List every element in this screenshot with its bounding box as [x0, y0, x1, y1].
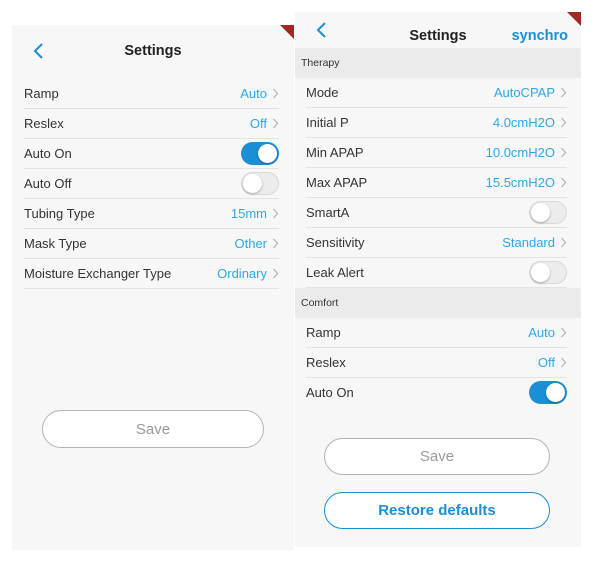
setting-value: Auto: [528, 325, 555, 340]
chevron-right-icon: [560, 87, 567, 98]
save-button[interactable]: Save: [324, 438, 550, 475]
setting-value: Ordinary: [217, 266, 267, 281]
setting-value: 15.5cmH2O: [485, 175, 555, 190]
toggle-knob: [531, 203, 550, 222]
toggle-knob: [531, 263, 550, 282]
settings-list: Ramp Auto Reslex Off Auto On Auto Off Tubing T…: [24, 79, 279, 289]
save-button[interactable]: Save: [42, 410, 264, 448]
left-settings-screen: Settings Ramp Auto Reslex Off Auto On Auto Of…: [12, 25, 294, 550]
setting-row-auto-on[interactable]: Auto On: [24, 139, 279, 169]
setting-row-auto-off[interactable]: Auto Off: [24, 169, 279, 199]
setting-row-moisture-exchanger-type[interactable]: Moisture Exchanger Type Ordinary: [24, 259, 279, 289]
setting-value: Auto: [240, 86, 267, 101]
setting-label: Initial P: [306, 115, 349, 130]
setting-row-reslex[interactable]: Reslex Off: [24, 109, 279, 139]
setting-label: Leak Alert: [306, 265, 364, 280]
chevron-right-icon: [272, 268, 279, 279]
setting-label: SmartA: [306, 205, 350, 220]
back-button[interactable]: [306, 12, 336, 48]
chevron-right-icon: [560, 237, 567, 248]
setting-row-ramp[interactable]: Ramp Auto: [24, 79, 279, 109]
setting-value: Off: [537, 355, 555, 370]
chevron-left-icon: [33, 43, 43, 59]
corner-marker: [280, 25, 294, 39]
setting-label: Reslex: [306, 355, 346, 370]
setting-row-tubing-type[interactable]: Tubing Type 15mm: [24, 199, 279, 229]
chevron-right-icon: [560, 117, 567, 128]
chevron-right-icon: [272, 88, 279, 99]
toggle-knob: [258, 144, 277, 163]
section-header-therapy: Therapy: [295, 48, 581, 78]
navigation-bar: Settings synchro: [295, 12, 581, 48]
action-area: Save Restore defaults: [295, 404, 581, 547]
setting-row-sensitivity[interactable]: Sensitivity Standard: [306, 228, 567, 258]
setting-label: Tubing Type: [24, 206, 95, 221]
setting-label: Auto On: [306, 385, 354, 400]
auto-on-toggle[interactable]: [241, 142, 279, 165]
back-button[interactable]: [23, 25, 53, 77]
setting-label: Mode: [306, 85, 339, 100]
restore-defaults-button[interactable]: Restore defaults: [324, 492, 550, 529]
setting-label: Mask Type: [24, 236, 87, 251]
leak-alert-toggle[interactable]: [529, 261, 567, 284]
toggle-knob: [546, 383, 565, 402]
toggle-knob: [243, 174, 262, 193]
setting-label: Auto On: [24, 146, 72, 161]
section-header-comfort: Comfort: [295, 288, 581, 318]
chevron-right-icon: [560, 327, 567, 338]
navigation-bar: Settings: [12, 25, 294, 77]
chevron-right-icon: [272, 238, 279, 249]
setting-value: 15mm: [230, 206, 267, 221]
setting-row-mode[interactable]: Mode AutoCPAP: [306, 78, 567, 108]
setting-label: Min APAP: [306, 145, 364, 160]
setting-value: AutoCPAP: [493, 85, 555, 100]
setting-row-max-apap[interactable]: Max APAP 15.5cmH2O: [306, 168, 567, 198]
auto-off-toggle[interactable]: [241, 172, 279, 195]
setting-row-ramp[interactable]: Ramp Auto: [306, 318, 567, 348]
right-settings-screen: Settings synchro Therapy Mode AutoCPAP Ini…: [295, 12, 581, 547]
chevron-left-icon: [316, 22, 326, 38]
chevron-right-icon: [560, 177, 567, 188]
setting-label: Sensitivity: [306, 235, 365, 250]
setting-value: Standard: [502, 235, 555, 250]
setting-row-leak-alert[interactable]: Leak Alert: [306, 258, 567, 288]
setting-row-reslex[interactable]: Reslex Off: [306, 348, 567, 378]
therapy-settings-list: Mode AutoCPAP Initial P 4.0cmH2O Min APAP 10.…: [306, 78, 567, 288]
setting-value: Off: [249, 116, 267, 131]
setting-value: 4.0cmH2O: [492, 115, 555, 130]
setting-label: Reslex: [24, 116, 64, 131]
setting-label: Auto Off: [24, 176, 72, 191]
page-title: Settings: [124, 43, 182, 59]
setting-label: Moisture Exchanger Type: [24, 266, 172, 281]
setting-label: Ramp: [306, 325, 341, 340]
setting-label: Max APAP: [306, 175, 368, 190]
smarta-toggle[interactable]: [529, 201, 567, 224]
setting-value: 10.0cmH2O: [485, 145, 555, 160]
settings-scroll-area[interactable]: Therapy Mode AutoCPAP Initial P 4.0cmH2O Min…: [295, 48, 581, 440]
setting-row-mask-type[interactable]: Mask Type Other: [24, 229, 279, 259]
chevron-right-icon: [560, 147, 567, 158]
chevron-right-icon: [272, 208, 279, 219]
chevron-right-icon: [560, 357, 567, 368]
setting-row-smarta[interactable]: SmartA: [306, 198, 567, 228]
setting-row-initial-p[interactable]: Initial P 4.0cmH2O: [306, 108, 567, 138]
setting-label: Ramp: [24, 86, 59, 101]
auto-on-toggle[interactable]: [529, 381, 567, 404]
setting-value: Other: [234, 236, 267, 251]
setting-row-min-apap[interactable]: Min APAP 10.0cmH2O: [306, 138, 567, 168]
chevron-right-icon: [272, 118, 279, 129]
synchro-button[interactable]: synchro: [512, 28, 568, 44]
